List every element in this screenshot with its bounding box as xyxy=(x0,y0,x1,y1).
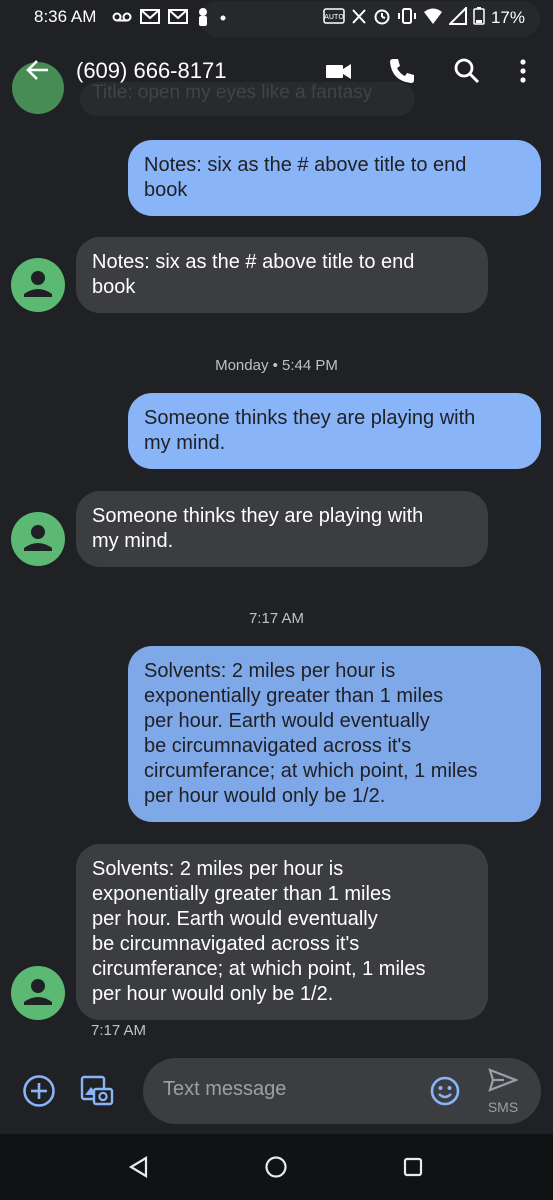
timestamp-divider: 7:17 AM xyxy=(248,610,305,627)
message-line: Solvents: 2 miles per hour is xyxy=(92,858,344,880)
incoming-message[interactable]: Someone thinks they are playing with my … xyxy=(76,491,488,567)
send-label: SMS xyxy=(487,1099,519,1115)
message-line: exponentially greater than 1 miles xyxy=(92,883,392,905)
contact-avatar[interactable] xyxy=(11,966,65,1020)
message-line: per hour. Earth would eventually xyxy=(92,908,378,930)
contact-avatar[interactable] xyxy=(11,258,65,312)
message-line: be circumnavigated across it's xyxy=(92,933,360,955)
outgoing-message[interactable]: Solvents: 2 miles per hour is exponentia… xyxy=(128,646,541,822)
notification-icon xyxy=(196,7,210,31)
status-left-icons xyxy=(112,7,228,31)
contact-avatar[interactable] xyxy=(11,512,65,566)
status-right-icons: AUTO 17% xyxy=(323,5,525,29)
wifi-icon xyxy=(423,7,443,29)
video-call-icon[interactable] xyxy=(324,56,354,86)
message-input-placeholder: Text message xyxy=(163,1078,287,1100)
compose-bar: Text message SMS xyxy=(0,1052,553,1134)
message-line: Someone thinks they are playing with xyxy=(144,407,476,429)
auto-icon: AUTO xyxy=(323,7,345,29)
phone-icon[interactable] xyxy=(387,56,417,86)
x-icon xyxy=(351,7,367,29)
send-button[interactable]: SMS xyxy=(483,1068,523,1115)
message-line: book xyxy=(92,276,136,298)
timestamp-divider: Monday • 5:44 PM xyxy=(215,357,338,374)
message-line: exponentially greater than 1 miles xyxy=(144,685,444,707)
search-icon[interactable] xyxy=(452,56,482,86)
message-line: my mind. xyxy=(92,530,174,552)
nav-home-icon[interactable] xyxy=(263,1154,289,1180)
signal-icon xyxy=(447,5,467,29)
gallery-camera-icon[interactable] xyxy=(80,1074,114,1108)
emoji-icon[interactable] xyxy=(429,1075,461,1107)
message-line: Notes: six as the # above title to end xyxy=(92,251,415,273)
person-icon xyxy=(24,271,52,297)
conversation-title[interactable]: (609) 666-8171 xyxy=(76,58,226,84)
message-line: Someone thinks they are playing with xyxy=(92,505,424,527)
message-line: book xyxy=(144,179,188,201)
system-nav-bar xyxy=(0,1134,553,1200)
message-line: per hour. Earth would eventually xyxy=(144,710,430,732)
person-icon xyxy=(24,979,52,1005)
message-line: my mind. xyxy=(144,432,226,454)
nav-recents-icon[interactable] xyxy=(400,1154,426,1180)
message-line: Solvents: 2 miles per hour is xyxy=(144,660,396,682)
battery-percentage: 17% xyxy=(490,8,525,27)
outgoing-message[interactable]: Someone thinks they are playing with my … xyxy=(128,393,541,469)
message-line: per hour would only be 1/2. xyxy=(144,785,386,807)
incoming-message[interactable]: Solvents: 2 miles per hour is exponentia… xyxy=(76,844,488,1020)
message-input[interactable]: Text message SMS xyxy=(143,1058,541,1124)
vibrate-icon xyxy=(397,7,417,29)
message-line: Notes: six as the # above title to end xyxy=(144,154,467,176)
gmail-icon xyxy=(140,7,160,31)
send-icon xyxy=(488,1068,520,1092)
message-line: circumferance; at which point, 1 miles xyxy=(92,958,426,980)
outgoing-message[interactable]: Notes: six as the # above title to end b… xyxy=(128,140,541,216)
status-time: 8:36 AM xyxy=(34,7,97,26)
message-line: be circumnavigated across it's xyxy=(144,735,412,757)
battery-icon xyxy=(473,7,485,29)
message-timestamp: 7:17 AM xyxy=(91,1022,147,1039)
app-bar: (609) 666-8171 xyxy=(0,44,553,98)
svg-text:AUTO: AUTO xyxy=(324,13,344,21)
nav-back-icon[interactable] xyxy=(126,1154,152,1180)
message-line: circumferance; at which point, 1 miles xyxy=(144,760,478,782)
person-icon xyxy=(24,525,52,551)
message-line: per hour would only be 1/2. xyxy=(92,983,334,1005)
voicemail-icon xyxy=(112,7,132,31)
dot-icon xyxy=(218,7,228,31)
back-arrow-icon[interactable] xyxy=(24,56,52,84)
status-bar: 8:36 AM AUTO 17% xyxy=(0,0,553,37)
more-icon[interactable] xyxy=(508,56,538,86)
alarm-icon xyxy=(373,7,391,29)
add-attachment-icon[interactable] xyxy=(22,1074,56,1108)
gmail-icon xyxy=(168,7,188,31)
incoming-message[interactable]: Notes: six as the # above title to end b… xyxy=(76,237,488,313)
